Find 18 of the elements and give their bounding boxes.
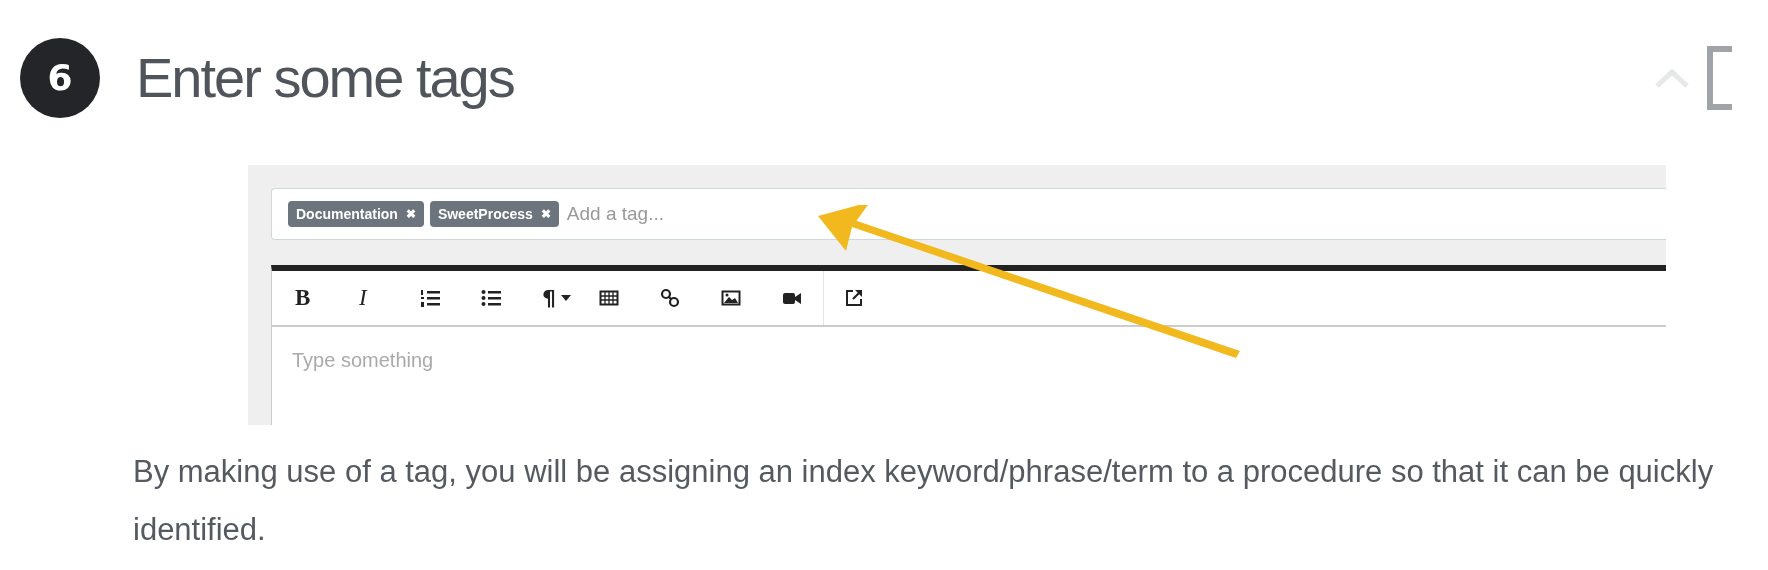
remove-tag-button[interactable]: ✖ [405,207,416,221]
external-link-icon[interactable] [844,288,864,308]
italic-button[interactable]: I [356,285,420,311]
link-icon[interactable] [660,288,680,308]
table-icon[interactable] [599,288,619,308]
image-icon[interactable] [721,288,741,308]
step-number: 6 [20,37,100,118]
bulleted-list-icon[interactable] [481,288,501,308]
paragraph-button[interactable]: ¶ [542,285,571,311]
step-title: Enter some tags [136,45,514,110]
bold-button[interactable]: B [292,285,356,311]
tag-chip[interactable]: SweetProcess ✖ [429,201,559,227]
caret-icon [561,295,571,301]
remove-tag-button[interactable]: ✖ [540,207,551,221]
tag-chip[interactable]: Documentation ✖ [288,201,424,227]
numbered-list-icon[interactable] [420,288,440,308]
tag-field[interactable]: Documentation ✖ SweetProcess ✖ Add a tag... [271,188,1666,240]
description-text: By making use of a tag, you will be assigning an index keyword/phrase/term to a procedure so that it can be quickly identified. [133,453,1715,549]
